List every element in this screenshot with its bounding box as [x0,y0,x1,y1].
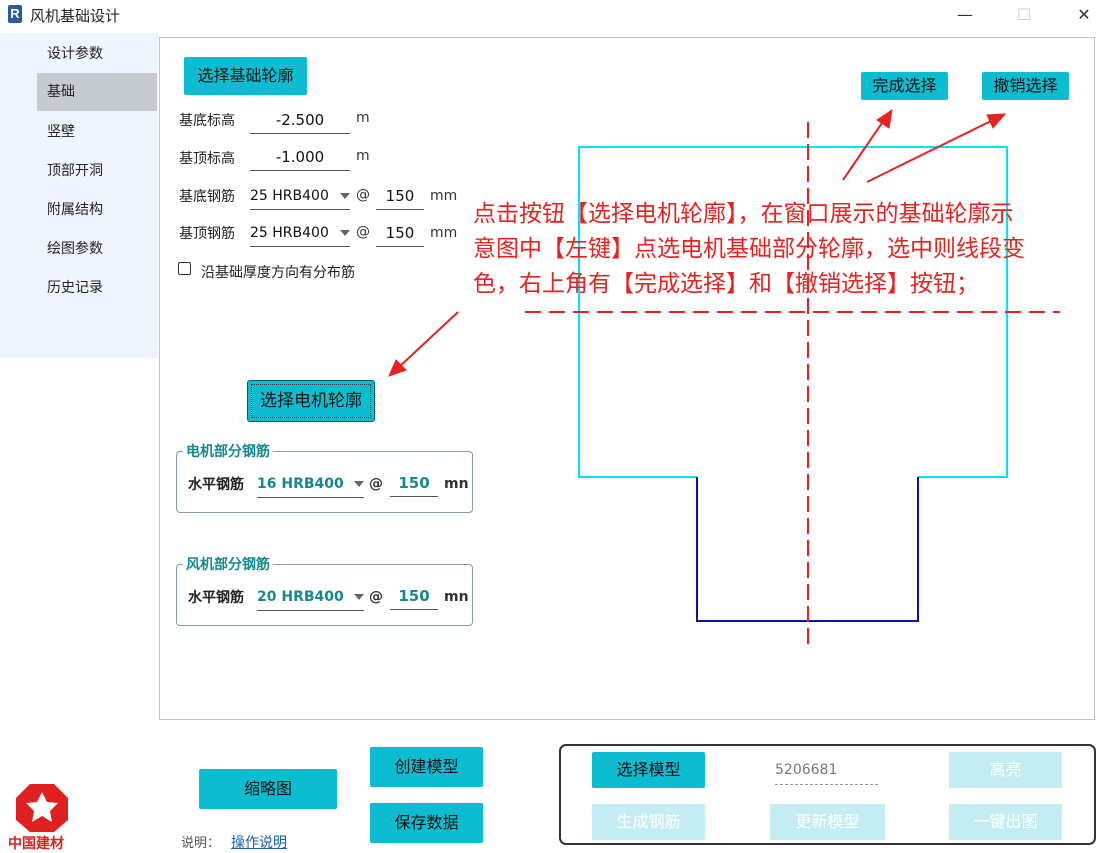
arrow-to-finish-button [842,108,893,181]
model-id-field[interactable]: 5206681 [775,762,878,785]
annotation-line-1: 点击按钮【选择电机轮廓】，在窗口展示的基础轮廓示 [473,201,1014,227]
highlight-button[interactable]: 高亮 [949,752,1062,788]
note-label: 说明： [181,836,221,851]
thumbnail-button[interactable]: 缩略图 [199,769,337,809]
operation-guide-link[interactable]: 操作说明 [231,832,287,852]
finish-selection-button[interactable]: 完成选择 [861,72,948,100]
logo-icon [16,784,68,832]
one-click-drawing-button[interactable]: 一键出图 [949,804,1062,840]
annotation-line-2: 意图中【左键】点选电机基础部分轮廓，选中则线段变 [473,236,1025,262]
logo-text: 中国建材 [8,836,64,852]
update-model-button[interactable]: 更新模型 [770,804,885,840]
annotation-line-3: 色，右上角有【完成选择】和【撤销选择】按钮； [473,271,979,297]
save-data-button[interactable]: 保存数据 [370,803,483,843]
arrow-to-motor-button [388,311,459,377]
select-model-button[interactable]: 选择模型 [592,752,705,788]
foundation-outline-canvas[interactable] [0,0,1105,850]
create-model-button[interactable]: 创建模型 [370,747,483,787]
cancel-selection-button[interactable]: 撤销选择 [982,72,1069,100]
generate-rebar-button[interactable]: 生成钢筋 [592,804,705,840]
